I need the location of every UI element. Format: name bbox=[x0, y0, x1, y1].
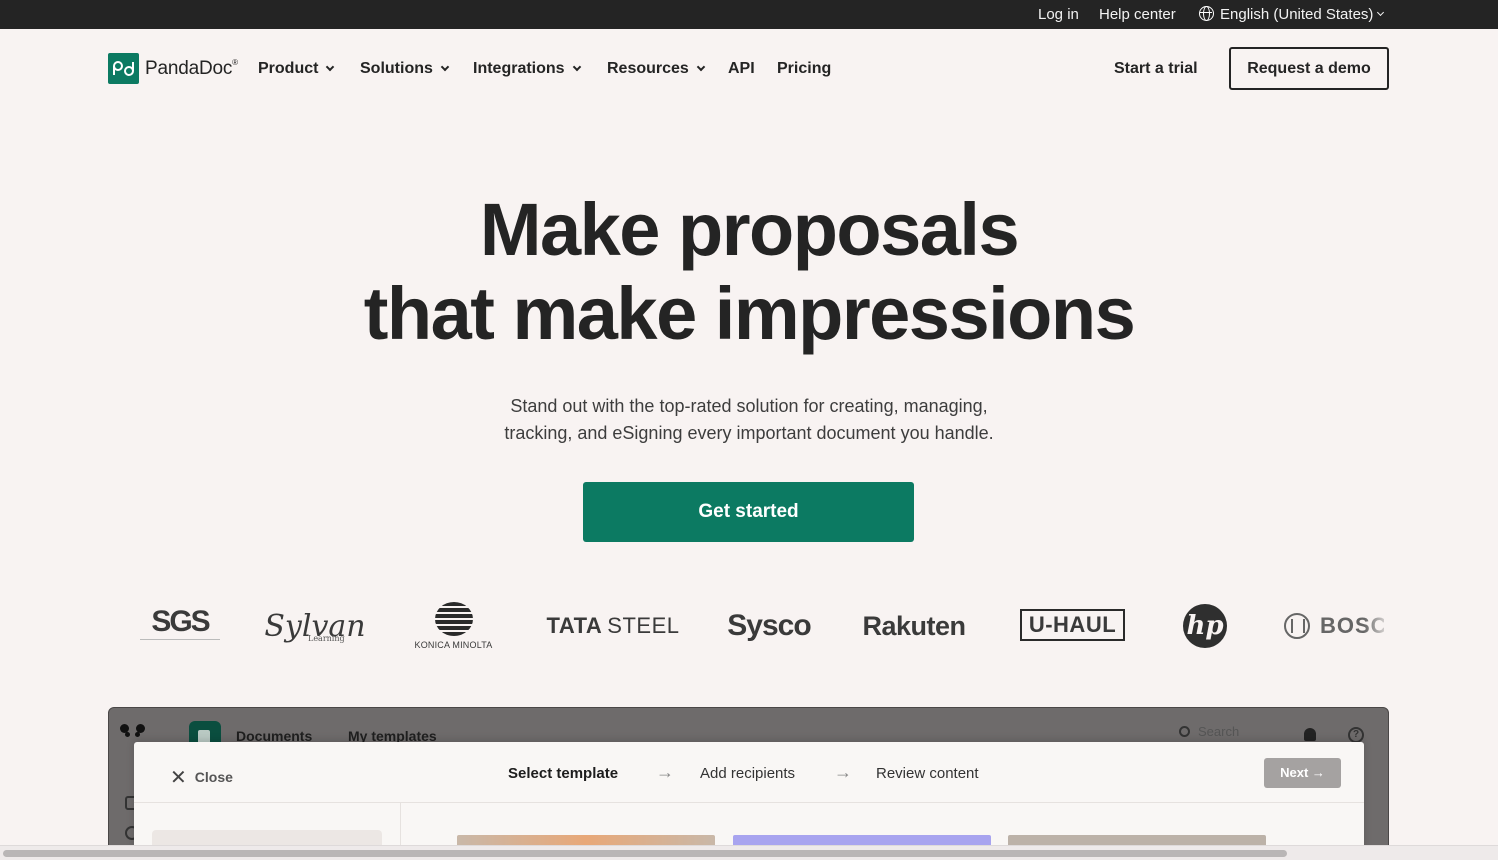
panda-icon bbox=[120, 724, 146, 742]
select-template-modal: ✕ Close Select template → Add recipients … bbox=[134, 742, 1364, 860]
nav-solutions[interactable]: Solutions bbox=[360, 60, 450, 78]
next-label: Next bbox=[1280, 765, 1309, 780]
help-center-link[interactable]: Help center bbox=[1099, 6, 1176, 23]
close-label: Close bbox=[194, 769, 233, 785]
chevron-down-icon bbox=[1377, 8, 1385, 17]
main-nav: PandaDoc® Product Solutions Integrations… bbox=[0, 29, 1498, 109]
arrow-right-icon: → bbox=[656, 762, 674, 782]
konica-minolta-logo: KONICA MINOLTA bbox=[406, 598, 501, 654]
nav-pricing[interactable]: Pricing bbox=[777, 60, 831, 78]
arrow-right-icon: → bbox=[834, 762, 852, 782]
chevron-down-icon bbox=[326, 62, 335, 72]
tata-steel-logo: TATA STEEL bbox=[546, 598, 680, 654]
sysco-logo: Sysco bbox=[727, 609, 811, 642]
step-review-content: Review content bbox=[876, 765, 979, 782]
bosch-ring-icon bbox=[1284, 613, 1310, 639]
chevron-down-icon bbox=[440, 62, 450, 72]
hero-title-line-2: that make impressions bbox=[363, 272, 1136, 355]
hp-logo: hp bbox=[1183, 604, 1227, 648]
sgs-logo: SGS bbox=[140, 604, 220, 640]
bell-icon[interactable] bbox=[1304, 728, 1316, 741]
close-icon: ✕ bbox=[170, 767, 187, 789]
app-header: Documents My templates Search ? bbox=[109, 708, 1388, 753]
request-demo-button[interactable]: Request a demo bbox=[1229, 47, 1389, 90]
nav-solutions-label: Solutions bbox=[360, 60, 433, 77]
hero-subtitle: Stand out with the top-rated solution fo… bbox=[449, 393, 1049, 447]
start-trial-link[interactable]: Start a trial bbox=[1114, 60, 1198, 78]
horizontal-scrollbar[interactable] bbox=[0, 845, 1498, 860]
login-link[interactable]: Log in bbox=[1038, 6, 1079, 23]
utility-bar: Log in Help center English (United State… bbox=[0, 0, 1498, 29]
search-icon bbox=[1179, 726, 1190, 737]
rakuten-logo: Rakuten bbox=[862, 610, 966, 641]
modal-divider bbox=[134, 802, 1364, 803]
help-icon[interactable]: ? bbox=[1348, 727, 1364, 743]
uhaul-logo: U-HAUL bbox=[1020, 609, 1125, 641]
tata-logo-thin: STEEL bbox=[607, 613, 680, 638]
brand-name[interactable]: PandaDoc® bbox=[145, 58, 238, 80]
arrow-right-icon: → bbox=[1311, 765, 1325, 780]
hero-subtitle-line-2: tracking, and eSigning every important d… bbox=[504, 423, 994, 443]
step-select-template: Select template bbox=[508, 765, 619, 782]
step-add-recipients: Add recipients bbox=[700, 765, 796, 782]
hero-subtitle-line-1: Stand out with the top-rated solution fo… bbox=[510, 396, 988, 416]
nav-product[interactable]: Product bbox=[258, 60, 335, 78]
language-selector[interactable]: English (United States) bbox=[1199, 6, 1385, 23]
close-button[interactable]: ✕ Close bbox=[170, 765, 233, 790]
search-placeholder: Search bbox=[1198, 724, 1240, 739]
hero-title: Make proposals that make impressions bbox=[0, 188, 1498, 356]
scrollbar-thumb[interactable] bbox=[3, 850, 1287, 857]
chevron-down-icon bbox=[572, 62, 581, 72]
language-label: English (United States) bbox=[1220, 6, 1374, 23]
hero-title-line-1: Make proposals bbox=[479, 188, 1020, 271]
pandadoc-logo-icon[interactable] bbox=[108, 53, 139, 84]
next-button[interactable]: Next → bbox=[1264, 758, 1341, 788]
nav-integrations[interactable]: Integrations bbox=[473, 60, 581, 78]
konica-globe-icon bbox=[434, 602, 473, 636]
nav-product-label: Product bbox=[258, 60, 319, 77]
sylvan-logo-subtext: Learning bbox=[308, 634, 345, 643]
nav-resources-label: Resources bbox=[607, 60, 689, 77]
nav-resources[interactable]: Resources bbox=[607, 60, 706, 78]
chevron-down-icon bbox=[696, 62, 706, 72]
sylvan-logo: Sylvan Learning bbox=[264, 598, 365, 654]
logo-strip-fade bbox=[1364, 598, 1392, 654]
nav-api[interactable]: API bbox=[728, 60, 755, 78]
konica-logo-text: KONICA MINOLTA bbox=[414, 640, 493, 650]
tata-logo-bold: TATA bbox=[546, 613, 603, 638]
nav-integrations-label: Integrations bbox=[473, 60, 565, 77]
globe-icon bbox=[1199, 6, 1214, 21]
get-started-button[interactable]: Get started bbox=[583, 482, 914, 542]
